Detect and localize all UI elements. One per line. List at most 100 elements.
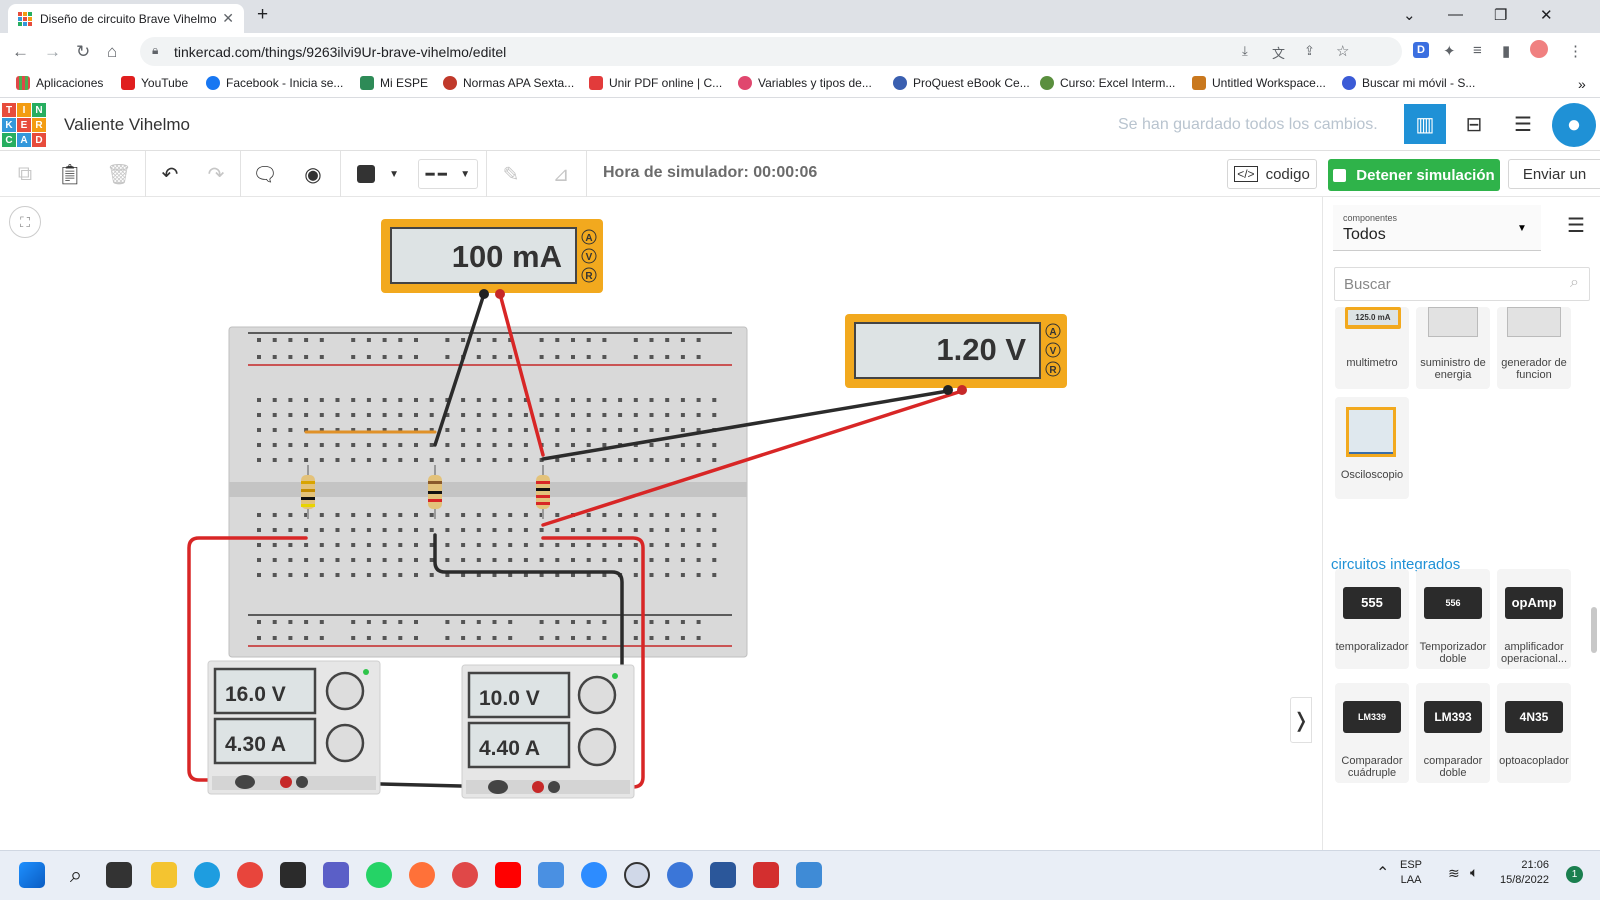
bookmark-facebook[interactable]: Facebook - Inicia se...: [206, 76, 343, 90]
component-card-lm339[interactable]: LM339 Comparador cuádruple: [1335, 683, 1409, 783]
code-button[interactable]: </> codigo: [1227, 159, 1317, 189]
zoom-icon[interactable]: [581, 862, 607, 888]
copy-button[interactable]: ⧉: [10, 159, 40, 189]
bookmark-unir-pdf[interactable]: Unir PDF online | C...: [589, 76, 722, 90]
store-icon[interactable]: [280, 862, 306, 888]
browser-tab[interactable]: Diseño de circuito Brave Vihelmo ✕: [8, 4, 244, 33]
chrome-icon[interactable]: [237, 862, 263, 888]
bookmark-buscar-movil[interactable]: Buscar mi móvil - S...: [1342, 76, 1475, 90]
acrobat-icon[interactable]: [753, 862, 779, 888]
component-card-osciloscopio[interactable]: Osciloscopio: [1335, 397, 1409, 499]
task-view-icon[interactable]: [106, 862, 132, 888]
mode-v-label[interactable]: V: [586, 252, 593, 263]
circuit-view-button[interactable]: ▥: [1404, 104, 1446, 144]
edge-icon[interactable]: [194, 862, 220, 888]
mode-r-label[interactable]: R: [1049, 365, 1057, 376]
reading-list-icon[interactable]: ≡: [1473, 42, 1482, 59]
mode-a-label[interactable]: A: [585, 233, 592, 244]
whatsapp-icon[interactable]: [366, 862, 392, 888]
clock[interactable]: 21:06 15/8/2022: [1500, 858, 1549, 888]
translate-icon[interactable]: 文: [1272, 43, 1285, 62]
maximize-icon[interactable]: ❐: [1494, 6, 1507, 24]
component-list-view-button[interactable]: ☰: [1503, 104, 1543, 144]
more-bookmarks-icon[interactable]: »: [1578, 76, 1586, 92]
component-card-generador[interactable]: generador de funcion: [1497, 307, 1571, 389]
mode-r-label[interactable]: R: [585, 271, 593, 282]
mode-v-label[interactable]: V: [1050, 346, 1057, 357]
panel-scrollbar[interactable]: [1591, 607, 1597, 653]
list-view-icon[interactable]: ☰: [1567, 213, 1585, 238]
language-indicator[interactable]: ESP LAA: [1400, 858, 1422, 888]
chrome-menu-icon[interactable]: ⋮: [1568, 42, 1583, 60]
extensions-puzzle-icon[interactable]: ✦: [1443, 42, 1456, 60]
firefox-icon[interactable]: [409, 862, 435, 888]
supply1-current-knob[interactable]: [325, 723, 365, 763]
reload-icon[interactable]: ↻: [76, 42, 90, 62]
paste-button[interactable]: 📋︎: [55, 159, 85, 189]
delete-button[interactable]: 🗑︎: [104, 159, 134, 189]
extension-d-icon[interactable]: D: [1413, 42, 1429, 58]
notification-badge[interactable]: 1: [1566, 866, 1583, 883]
snipping-tool-icon[interactable]: [452, 862, 478, 888]
bookmark-star-icon[interactable]: ☆: [1336, 42, 1349, 60]
new-tab-button[interactable]: +: [257, 4, 268, 26]
power-supply-1[interactable]: 16.0 V 4.30 A: [207, 660, 381, 795]
minimize-icon[interactable]: —: [1448, 6, 1463, 23]
flip-button[interactable]: ⊿: [546, 159, 576, 189]
youtube-icon[interactable]: [495, 862, 521, 888]
components-dropdown[interactable]: componentes Todos ▼: [1333, 205, 1541, 251]
component-search-input[interactable]: Buscar ⌕: [1334, 267, 1590, 301]
mode-a-label[interactable]: A: [1049, 327, 1056, 338]
close-window-icon[interactable]: ✕: [1540, 6, 1553, 24]
home-icon[interactable]: ⌂: [107, 42, 117, 62]
notes-button[interactable]: 🗨︎: [250, 159, 280, 189]
virtualbox-icon[interactable]: [538, 862, 564, 888]
schematic-view-button[interactable]: ⊟: [1454, 104, 1494, 144]
side-panel-icon[interactable]: ▮: [1502, 42, 1510, 60]
profile-avatar-icon[interactable]: [1530, 40, 1548, 58]
component-card-lm393[interactable]: LM393 comparador doble: [1416, 683, 1490, 783]
teams-icon[interactable]: [323, 862, 349, 888]
component-card-suministro[interactable]: suministro de energia: [1416, 307, 1490, 389]
settings-icon[interactable]: [624, 862, 650, 888]
component-card-4n35[interactable]: 4N35 optoacoplador: [1497, 683, 1571, 783]
bookmark-proquest[interactable]: ProQuest eBook Ce...: [893, 76, 1030, 90]
tinkercad-logo[interactable]: T I N K E R C A D: [2, 103, 46, 147]
user-avatar[interactable]: ●: [1552, 103, 1596, 147]
component-card-opamp[interactable]: opAmp amplificador operacional...: [1497, 569, 1571, 669]
word-icon[interactable]: [710, 862, 736, 888]
bookmark-variables[interactable]: Variables y tipos de...: [738, 76, 872, 90]
supply2-current-knob[interactable]: [577, 727, 617, 767]
browser-icon[interactable]: [667, 862, 693, 888]
redo-button[interactable]: ↷: [201, 159, 231, 189]
search-icon[interactable]: ⌕: [63, 862, 89, 888]
notes-visibility-button[interactable]: ◉: [298, 159, 328, 189]
photos-icon[interactable]: [796, 862, 822, 888]
supply2-voltage-knob[interactable]: [577, 675, 617, 715]
install-icon[interactable]: ⤓: [1242, 43, 1248, 59]
bookmark-curso-excel[interactable]: Curso: Excel Interm...: [1040, 76, 1175, 90]
undo-button[interactable]: ↶: [155, 159, 185, 189]
forward-icon[interactable]: →: [44, 42, 61, 62]
power-supply-2[interactable]: 10.0 V 4.40 A: [461, 664, 635, 799]
wifi-icon[interactable]: ≋: [1448, 865, 1460, 882]
url-input[interactable]: 🔒︎ tinkercad.com/things/9263ilvi9Ur-brav…: [140, 37, 1402, 66]
volume-icon[interactable]: 🔈︎: [1470, 864, 1478, 881]
windows-start-icon[interactable]: [19, 862, 45, 888]
collapse-panel-button[interactable]: ❭: [1290, 697, 1312, 743]
wire-type-picker[interactable]: ━ ━ ▼: [418, 159, 478, 189]
ammeter-multimeter[interactable]: 100 mA A V R: [381, 219, 603, 299]
bookmark-youtube[interactable]: YouTube: [121, 76, 188, 90]
supply1-voltage-knob[interactable]: [325, 671, 365, 711]
file-explorer-icon[interactable]: [151, 862, 177, 888]
bookmark-apps[interactable]: Aplicaciones: [16, 76, 103, 90]
tab-search-icon[interactable]: ⌄: [1403, 6, 1416, 24]
bookmark-normas-apa[interactable]: Normas APA Sexta...: [443, 76, 574, 90]
component-card-556[interactable]: 556 Temporizador doble: [1416, 569, 1490, 669]
circuit-workspace[interactable]: ⛶ 100 mA A V R 1.20 V A V R 16.0 V 4.30 …: [0, 197, 1322, 850]
circuit-canvas[interactable]: 100 mA A V R 1.20 V A V R 16.0 V 4.30 A …: [0, 197, 1322, 850]
color-picker[interactable]: ▼: [350, 159, 406, 189]
bookmark-mi-espe[interactable]: Mi ESPE: [360, 76, 428, 90]
close-tab-icon[interactable]: ✕: [222, 10, 234, 27]
back-icon[interactable]: ←: [12, 42, 29, 62]
